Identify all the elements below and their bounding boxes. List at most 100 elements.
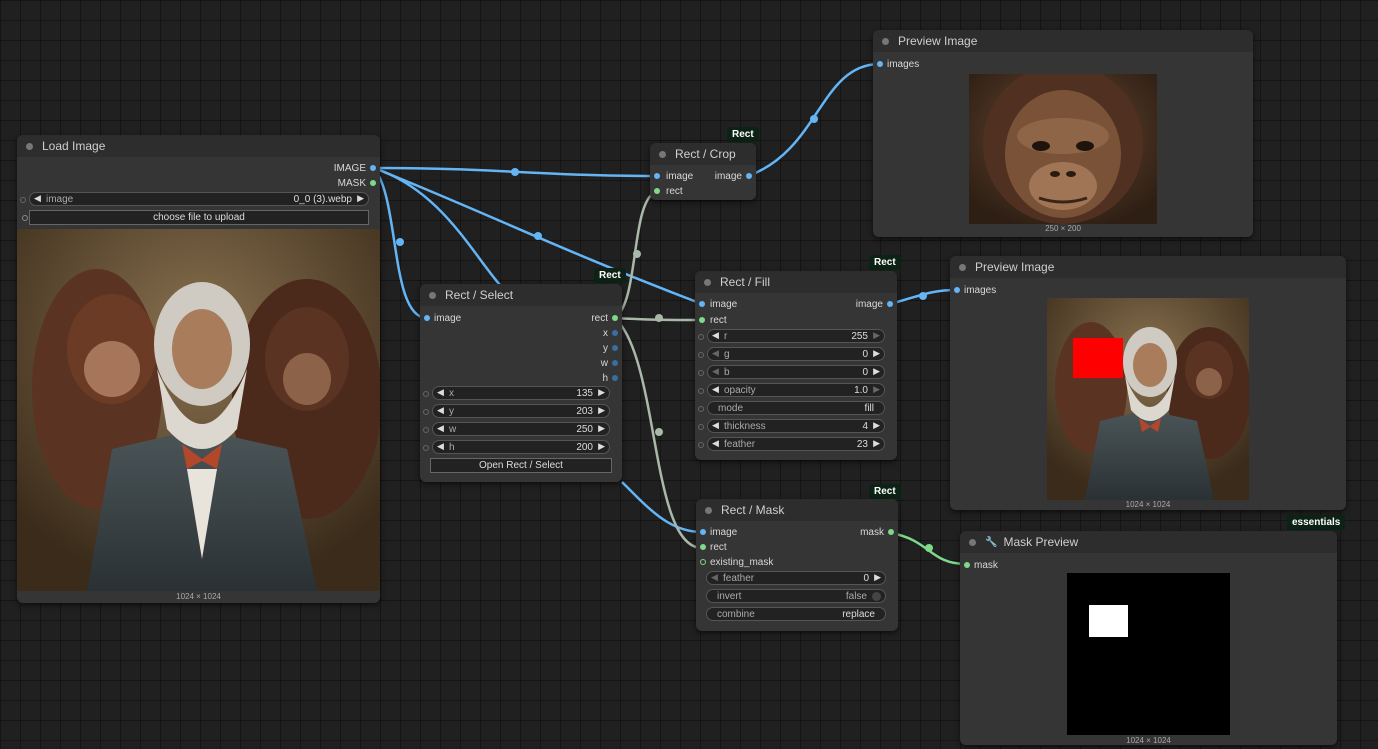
rect-select-node[interactable]: Rect / Select image rect x y w h ◀ x 135… xyxy=(420,284,622,482)
rect-crop-node[interactable]: Rect / Crop image rect image xyxy=(650,143,756,200)
input-label-rect: rect xyxy=(666,186,683,197)
node-title: Rect / Crop xyxy=(675,147,736,161)
h-number-widget[interactable]: ◀ h 200 ▶ xyxy=(423,440,610,454)
arrow-right-icon[interactable]: ▶ xyxy=(873,384,880,395)
arrow-left-icon[interactable]: ◀ xyxy=(712,420,719,431)
rect-fill-node[interactable]: Rect / Fill image rect image ◀ r 255 ▶ ◀… xyxy=(695,271,897,460)
collapse-dot-icon[interactable] xyxy=(26,142,33,150)
output-socket-image[interactable] xyxy=(746,173,752,179)
input-socket-images[interactable] xyxy=(877,61,883,67)
arrow-right-icon[interactable]: ▶ xyxy=(874,572,881,583)
input-label-mask: mask xyxy=(974,560,998,571)
load-image-node[interactable]: Load Image IMAGE MASK ◀ image 0_0 (3).we… xyxy=(17,135,380,603)
output-socket-rect[interactable] xyxy=(612,315,618,321)
arrow-right-icon[interactable]: ▶ xyxy=(598,423,605,434)
toggle-knob-icon[interactable] xyxy=(872,592,881,601)
arrow-right-icon[interactable]: ▶ xyxy=(598,387,605,398)
arrow-left-icon[interactable]: ◀ xyxy=(711,572,718,583)
node-title-bar[interactable]: 🔧 Mask Preview xyxy=(960,531,1337,553)
output-label-mask: mask xyxy=(860,527,884,538)
input-socket-images[interactable] xyxy=(954,287,960,293)
node-title-bar[interactable]: Preview Image xyxy=(950,256,1346,278)
arrow-left-icon[interactable]: ◀ xyxy=(712,348,719,359)
arrow-left-icon[interactable]: ◀ xyxy=(437,423,444,434)
rect-select-badge: Rect xyxy=(594,268,626,283)
preview-image-node-2[interactable]: Preview Image images 1024 × 1024 xyxy=(950,256,1346,510)
combine-combo-widget[interactable]: combine replace xyxy=(706,607,886,621)
node-title-bar[interactable]: Rect / Fill xyxy=(695,271,897,293)
opacity-number-widget[interactable]: ◀ opacity 1.0 ▶ xyxy=(698,383,885,397)
r-number-widget[interactable]: ◀ r 255 ▶ xyxy=(698,329,885,343)
g-number-widget[interactable]: ◀ g 0 ▶ xyxy=(698,347,885,361)
feather-number-widget[interactable]: ◀ feather 23 ▶ xyxy=(698,437,885,451)
input-socket-rect[interactable] xyxy=(700,544,706,550)
output-socket-mask[interactable] xyxy=(370,180,376,186)
upload-button[interactable]: choose file to upload xyxy=(29,210,369,225)
collapse-dot-icon[interactable] xyxy=(429,291,436,299)
arrow-left-icon[interactable]: ◀ xyxy=(34,193,41,204)
input-socket-image[interactable] xyxy=(699,301,705,307)
arrow-right-icon[interactable]: ▶ xyxy=(873,438,880,449)
arrow-left-icon[interactable]: ◀ xyxy=(437,387,444,398)
collapse-dot-icon[interactable] xyxy=(969,538,976,546)
output-socket-y[interactable] xyxy=(612,345,618,351)
arrow-left-icon[interactable]: ◀ xyxy=(437,441,444,452)
output-socket-x[interactable] xyxy=(612,330,618,336)
arrow-right-icon[interactable]: ▶ xyxy=(873,330,880,341)
node-title-bar[interactable]: Rect / Mask xyxy=(696,499,898,521)
input-label-rect: rect xyxy=(710,315,727,326)
w-number-widget[interactable]: ◀ w 250 ▶ xyxy=(423,422,610,436)
open-rect-select-button[interactable]: Open Rect / Select xyxy=(430,458,612,473)
arrow-left-icon[interactable]: ◀ xyxy=(712,330,719,341)
b-number-widget[interactable]: ◀ b 0 ▶ xyxy=(698,365,885,379)
input-label-image: image xyxy=(710,299,738,310)
collapse-dot-icon[interactable] xyxy=(659,150,666,158)
arrow-right-icon[interactable]: ▶ xyxy=(357,193,364,204)
y-number-widget[interactable]: ◀ y 203 ▶ xyxy=(423,404,610,418)
input-socket-existing-mask[interactable] xyxy=(700,559,706,565)
invert-toggle-widget[interactable]: invert false xyxy=(706,589,886,603)
output-socket-image[interactable] xyxy=(887,301,893,307)
input-socket-image[interactable] xyxy=(700,529,706,535)
node-title-bar[interactable]: Load Image xyxy=(17,135,380,157)
collapse-dot-icon[interactable] xyxy=(959,263,966,271)
node-title-bar[interactable]: Preview Image xyxy=(873,30,1253,52)
feather-number-widget[interactable]: ◀ feather 0 ▶ xyxy=(706,571,886,585)
arrow-left-icon[interactable]: ◀ xyxy=(712,366,719,377)
collapse-dot-icon[interactable] xyxy=(705,506,712,514)
x-number-widget[interactable]: ◀ x 135 ▶ xyxy=(423,386,610,400)
arrow-right-icon[interactable]: ▶ xyxy=(873,420,880,431)
arrow-right-icon[interactable]: ▶ xyxy=(873,366,880,377)
output-socket-mask[interactable] xyxy=(888,529,894,535)
arrow-right-icon[interactable]: ▶ xyxy=(598,405,605,416)
input-label-images: images xyxy=(964,285,997,296)
node-title-bar[interactable]: Rect / Select xyxy=(420,284,622,306)
image-combo-widget[interactable]: ◀ image 0_0 (3).webp ▶ xyxy=(20,192,369,206)
upload-socket[interactable] xyxy=(22,215,28,221)
output-socket-w[interactable] xyxy=(612,360,618,366)
arrow-left-icon[interactable]: ◀ xyxy=(712,438,719,449)
collapse-dot-icon[interactable] xyxy=(704,278,711,286)
arrow-right-icon[interactable]: ▶ xyxy=(873,348,880,359)
rect-mask-node[interactable]: Rect / Mask image rect existing_mask mas… xyxy=(696,499,898,631)
output-socket-h[interactable] xyxy=(612,375,618,381)
thickness-number-widget[interactable]: ◀ thickness 4 ▶ xyxy=(698,419,885,433)
mode-combo-widget[interactable]: mode fill xyxy=(698,401,885,415)
node-title-bar[interactable]: Rect / Crop xyxy=(650,143,756,165)
input-socket-rect[interactable] xyxy=(654,188,660,194)
output-socket-image[interactable] xyxy=(370,165,376,171)
arrow-right-icon[interactable]: ▶ xyxy=(598,441,605,452)
arrow-left-icon[interactable]: ◀ xyxy=(437,405,444,416)
input-socket-image[interactable] xyxy=(654,173,660,179)
arrow-left-icon[interactable]: ◀ xyxy=(712,384,719,395)
mask-preview-node[interactable]: 🔧 Mask Preview mask 1024 × 1024 xyxy=(960,531,1337,745)
input-socket-mask[interactable] xyxy=(964,562,970,568)
input-label-image: image xyxy=(666,171,694,182)
preview-image-node-1[interactable]: Preview Image images 250 × 200 xyxy=(873,30,1253,237)
load-image-preview xyxy=(17,229,380,591)
input-socket-image[interactable] xyxy=(424,315,430,321)
input-socket-rect[interactable] xyxy=(699,317,705,323)
node-title: Rect / Fill xyxy=(720,275,771,289)
collapse-dot-icon[interactable] xyxy=(882,37,889,45)
wire-image-to-crop xyxy=(373,166,658,178)
